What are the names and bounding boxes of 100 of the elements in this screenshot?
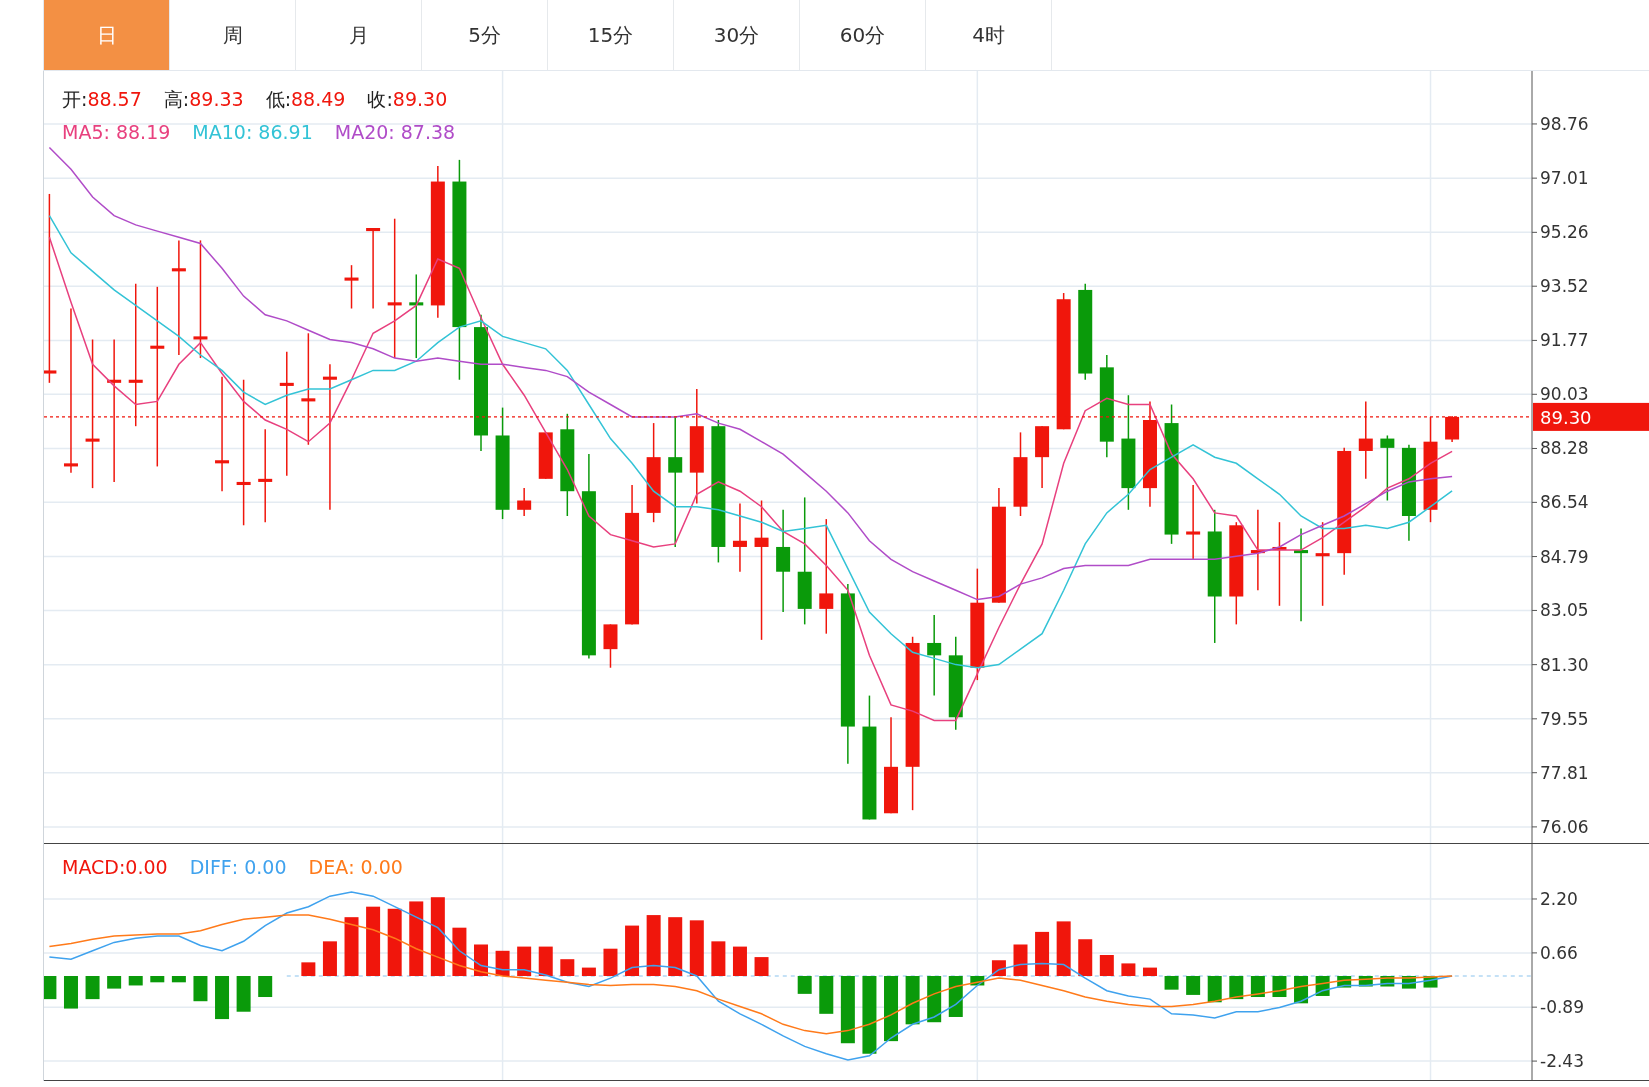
axis-label: 79.55	[1540, 708, 1589, 729]
ohlc-value: 89.33	[189, 88, 244, 110]
histogram-bar	[301, 962, 316, 976]
histogram-bar	[1229, 976, 1244, 1000]
histogram-bar	[1078, 939, 1093, 976]
axis-label: 95.26	[1540, 222, 1589, 243]
candlestick	[538, 431, 553, 480]
histogram-bar	[646, 915, 661, 976]
histogram-bar	[560, 959, 575, 976]
legend-name: MACD:	[62, 856, 126, 878]
histogram-bar	[171, 976, 186, 983]
candlestick	[517, 487, 532, 517]
ref-line-label: 89.30	[1540, 406, 1592, 428]
histogram-bar	[1337, 976, 1352, 988]
candlestick	[1380, 434, 1395, 502]
axis-label: 86.54	[1540, 492, 1589, 513]
histogram-bar	[1121, 963, 1136, 976]
histogram-bar	[840, 976, 855, 1044]
candlestick	[732, 502, 747, 573]
ohlc-value: 88.57	[87, 88, 142, 110]
ohlc-label: 收:	[367, 88, 393, 110]
histogram-bar	[1164, 976, 1179, 990]
axis-label: 76.06	[1540, 816, 1589, 837]
histogram-bar	[1207, 976, 1222, 1003]
histogram-bar	[581, 967, 596, 976]
histogram-bar	[797, 976, 812, 994]
histogram-bar	[1294, 976, 1309, 1004]
histogram-bar	[236, 976, 251, 1012]
ohlc-label: 高:	[163, 88, 190, 110]
histogram-bar	[1013, 944, 1028, 976]
histogram-bar	[1035, 931, 1050, 976]
legend-name: DIFF	[189, 856, 232, 878]
candlestick	[1445, 415, 1460, 443]
histogram-bar	[44, 976, 57, 1000]
legend-value: : 0.00	[348, 856, 403, 878]
legend-value: : 88.19	[103, 121, 171, 143]
axis-label: 97.01	[1540, 168, 1589, 189]
axis-label: -0.89	[1540, 997, 1584, 1018]
axis-label: -2.43	[1540, 1051, 1584, 1072]
histogram-bar	[1272, 976, 1287, 997]
histogram-bar	[884, 976, 898, 1042]
ohlc-value: 89.30	[392, 88, 448, 110]
histogram-bar	[1358, 976, 1373, 987]
histogram-bar	[1250, 976, 1265, 997]
histogram-bar	[711, 941, 726, 976]
legend-name: MA20	[334, 121, 389, 143]
histogram-bar	[1143, 967, 1157, 976]
histogram-bar	[1423, 976, 1438, 988]
axis-label: 77.81	[1540, 762, 1589, 783]
axis-label: 90.03	[1540, 384, 1589, 405]
price-tag: 89.30	[1533, 402, 1649, 431]
histogram-bar	[517, 946, 532, 976]
histogram-bar	[905, 976, 920, 1025]
histogram-bar	[538, 946, 553, 976]
histogram-bar	[1056, 921, 1071, 976]
histogram-bar	[668, 917, 683, 976]
histogram-bar	[754, 957, 769, 976]
ohlc-value: 88.49	[291, 88, 346, 110]
histogram-bar	[344, 917, 359, 976]
legend-name: MA10	[192, 121, 246, 143]
legend-name: MA5	[62, 121, 104, 143]
histogram-bar	[1380, 976, 1395, 987]
axis-label: 81.30	[1540, 654, 1589, 675]
axis-label: 0.66	[1540, 942, 1578, 963]
legend-value: : 0.00	[231, 856, 287, 878]
histogram-bar	[85, 976, 100, 1000]
histogram-bar	[128, 976, 143, 986]
histogram-bar	[193, 976, 208, 1002]
histogram-bar	[150, 976, 165, 983]
legend-value: 0.00	[125, 856, 168, 878]
histogram-bar	[948, 976, 963, 1017]
axis-label: 93.52	[1540, 276, 1589, 297]
axis-label: 2.20	[1540, 888, 1578, 909]
histogram-bar	[603, 948, 618, 976]
histogram-bar	[258, 976, 273, 997]
ohlc-label: 开:	[62, 88, 88, 110]
legend-value: : 86.91	[245, 121, 313, 143]
axis-label: 98.76	[1540, 113, 1589, 134]
histogram-bar	[64, 976, 78, 1009]
legend-value: : 87.38	[388, 121, 456, 143]
histogram-bar	[927, 976, 942, 1023]
histogram-bar	[970, 976, 985, 986]
histogram-bar	[322, 941, 337, 976]
ohlc-label: 低:	[265, 88, 292, 110]
histogram-bar	[819, 976, 834, 1014]
candlestick	[1035, 425, 1050, 489]
candlestick	[603, 623, 618, 669]
histogram-bar	[625, 925, 640, 976]
histogram-bar	[732, 946, 747, 976]
axis-label: 88.28	[1540, 438, 1589, 459]
legend-name: DEA	[308, 856, 349, 878]
axis-label: 84.79	[1540, 546, 1589, 567]
axis-label: 83.05	[1540, 600, 1589, 621]
histogram-bar	[387, 908, 402, 976]
candlestick	[344, 264, 359, 310]
histogram-bar	[366, 906, 381, 976]
histogram-bar	[107, 976, 122, 989]
histogram-bar	[1099, 955, 1114, 976]
axis-label: 91.77	[1540, 330, 1589, 351]
histogram-bar	[452, 927, 467, 976]
